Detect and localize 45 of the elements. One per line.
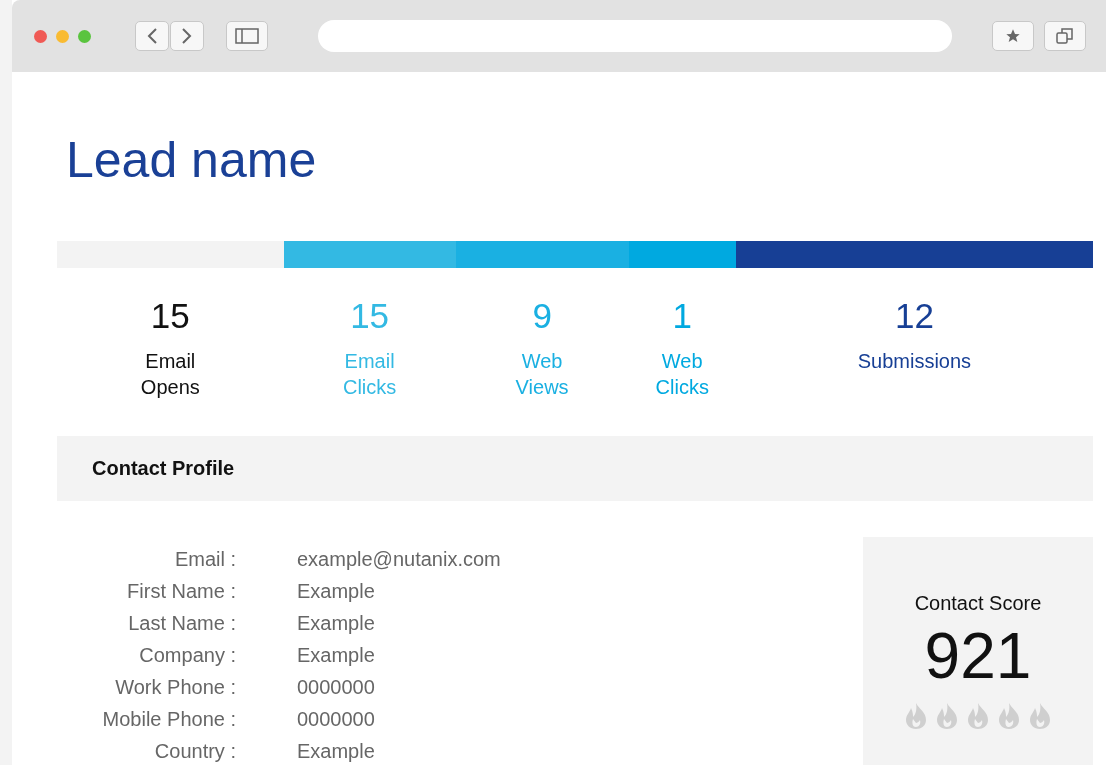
field-label: Mobile Phone :	[101, 707, 236, 732]
field-label: Last Name :	[127, 611, 236, 636]
field-value: example@nutanix.com	[297, 547, 502, 572]
tabs-icon	[1055, 27, 1075, 45]
page-title: Lead name	[66, 131, 318, 190]
field-label: Country :	[153, 739, 236, 764]
stat-value: 9	[532, 296, 552, 336]
stat-label: Web Clicks	[655, 349, 709, 400]
field-value: Example	[297, 611, 376, 636]
field-value: Example	[297, 643, 376, 668]
stat-value: 15	[350, 296, 390, 336]
stat-value: 12	[894, 296, 934, 336]
section-title: Contact Profile	[92, 457, 235, 480]
stat-value: 1	[672, 296, 692, 336]
tabs-button[interactable]	[1044, 21, 1086, 51]
stat-label: Email Clicks	[342, 349, 397, 400]
field-value: 0000000	[297, 707, 376, 732]
field-label: Work Phone :	[114, 675, 236, 700]
field-label: Email :	[173, 547, 236, 572]
flame-icon	[936, 703, 958, 729]
flame-icon	[905, 703, 927, 729]
field-value: Example	[297, 739, 376, 764]
bookmark-button[interactable]	[992, 21, 1034, 51]
sidebar-icon	[235, 28, 259, 44]
forward-button[interactable]	[170, 21, 204, 51]
stat-value: 15	[150, 296, 190, 336]
chevron-right-icon	[181, 27, 193, 45]
maximize-icon[interactable]	[78, 29, 91, 43]
score-value: 921	[924, 621, 1032, 691]
stat-label: Web Views	[515, 349, 569, 400]
field-label: First Name :	[126, 579, 236, 604]
star-icon	[1005, 28, 1021, 44]
field-value: 0000000	[297, 675, 376, 700]
chevron-left-icon	[146, 27, 158, 45]
field-value: Example	[297, 579, 376, 604]
flame-icon	[1029, 703, 1051, 729]
field-label: Company :	[138, 643, 236, 668]
flame-icon	[998, 703, 1020, 729]
stat-label: Email Opens	[140, 349, 200, 400]
flame-icon	[967, 703, 989, 729]
close-icon[interactable]	[34, 29, 47, 43]
score-label: Contact Score	[914, 592, 1042, 615]
sidebar-button[interactable]	[226, 21, 268, 51]
stat-label: Submissions	[857, 349, 972, 374]
back-button[interactable]	[135, 21, 169, 51]
